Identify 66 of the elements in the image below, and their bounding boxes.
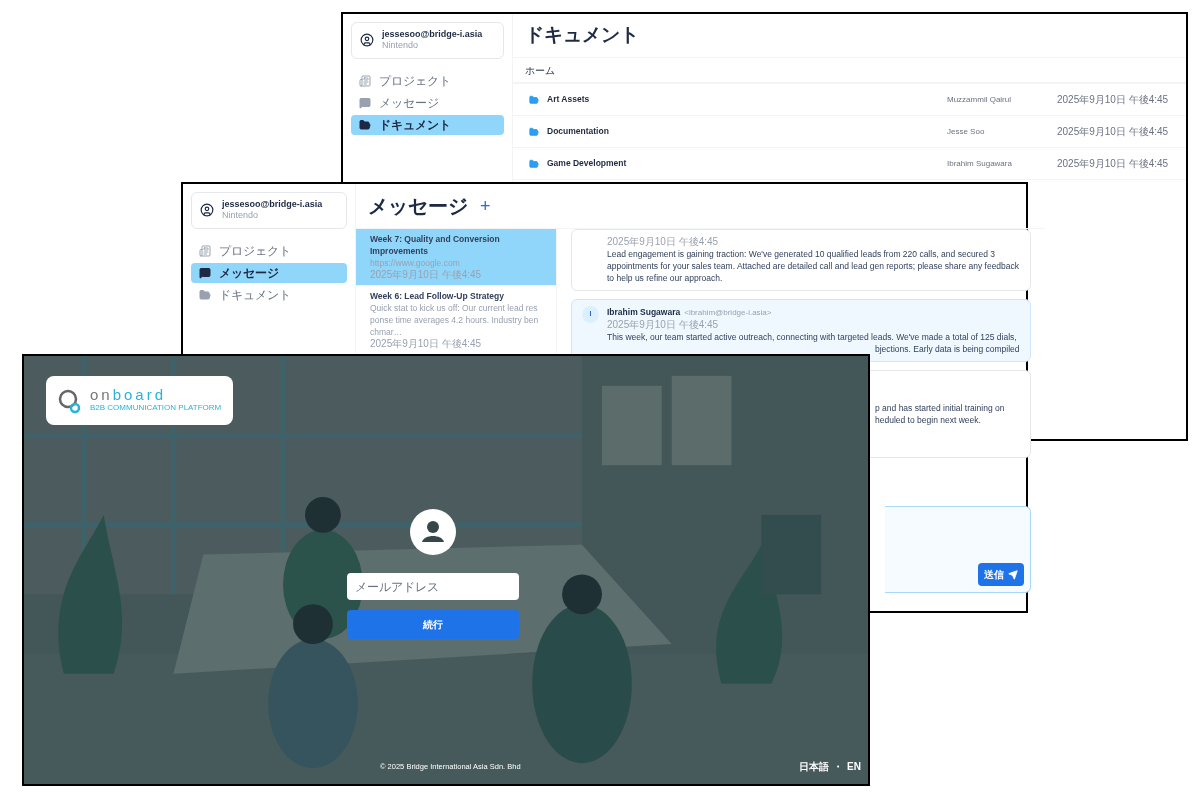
email-field[interactable]: メールアドレス [346, 573, 519, 600]
language-link[interactable]: EN [847, 759, 861, 774]
folder-icon [359, 118, 371, 131]
thread-title: Week 6: Lead Follow-Up Strategy [370, 290, 505, 302]
user-org: Nintendo [382, 40, 420, 52]
folder-icon [529, 158, 539, 169]
thread-item[interactable]: Week 7: Quality and Conversion Improvements https://www.google.com 2025年9月10日 午後4:45 [356, 229, 556, 286]
thread-preview: Quick stat to kick us off: Our current lead response time averages 4.2 hours. Industry benchmar… [370, 302, 540, 338]
folder-icon [529, 94, 539, 105]
folder-row[interactable]: Game Development Ibrahim Sugawara 2025年9月10日 午後4:45 [513, 148, 1186, 180]
user-email: jessesoo@bridge-i.asia [382, 29, 483, 41]
folder-date: 2025年9月10日 午後4:45 [1057, 93, 1169, 107]
folder-owner: Jesse Soo [947, 125, 986, 138]
user-icon [360, 33, 374, 48]
list-icon [359, 74, 371, 87]
message-text: This week, our team started active outreach, connecting with targeted leads. We've made a total of 125 dials, [607, 331, 1018, 343]
nav-item[interactable]: プロジェクト [351, 70, 504, 91]
message-text: Lead engagement is gaining traction: We've generated 10 qualified leads from 220 calls, and secured 3 appointments for your sales team. Attached are detailed call and lead gen reports; please share any feedback to help us refine our approach. [607, 248, 1020, 284]
logo-tagline: B2B COMMUNICATION PLATFORM [90, 402, 222, 414]
chat-icon [359, 96, 371, 109]
folder-icon [199, 288, 211, 301]
folder-owner: Muzzammil Qairul [947, 93, 1012, 106]
page-title: ドキュメント [525, 23, 639, 48]
thread-date: 2025年9月10日 午後4:45 [370, 338, 483, 350]
send-button[interactable]: 送信 [977, 563, 1024, 586]
logo-wordmark: on board [90, 387, 168, 402]
user-email: jessesoo@bridge-i.asia [222, 199, 323, 211]
message-text: p and has started initial training on [875, 402, 1006, 414]
nav-item[interactable]: ドキュメント [351, 114, 504, 135]
nav-item[interactable]: メッセージ [351, 92, 504, 113]
chat-icon [199, 266, 211, 279]
folder-row[interactable]: Art Assets Muzzammil Qairul 2025年9月10日 午後4:45 [513, 84, 1186, 116]
breadcrumb[interactable]: ホーム [525, 62, 555, 78]
message-text: heduled to begin next week. [875, 414, 982, 426]
user-card[interactable]: jessesoo@bridge-i.asia Nintendo [191, 192, 347, 229]
nav-item[interactable]: プロジェクト [191, 240, 347, 261]
user-org: Nintendo [222, 210, 260, 222]
folder-name: Game Development [547, 157, 628, 170]
user-icon [200, 203, 214, 218]
folder-name: Documentation [547, 125, 610, 138]
send-icon [1007, 569, 1018, 580]
thread-date: 2025年9月10日 午後4:45 [370, 269, 483, 281]
thread-title: Week 7: Quality and Conversion Improvements [370, 233, 501, 257]
message-date: 2025年9月10日 午後4:45 [607, 236, 720, 248]
thread-preview: https://www.google.com [370, 257, 461, 269]
nav-item[interactable]: ドキュメント [191, 284, 347, 305]
language-separator: ・ [833, 760, 844, 774]
author-email: <ibrahim@bridge-i.asia> [684, 307, 772, 319]
add-button[interactable]: + [480, 197, 491, 215]
message-date: 2025年9月10日 午後4:45 [607, 319, 720, 331]
author-name: Ibrahim Sugawara [607, 306, 681, 319]
page-title: メッセージ [368, 194, 468, 219]
nav-item[interactable]: メッセージ [191, 262, 347, 283]
list-icon [199, 244, 211, 257]
folder-name: Art Assets [547, 93, 591, 106]
folder-owner: Ibrahim Sugawara [947, 157, 1013, 170]
continue-button[interactable]: 続行 [346, 610, 519, 639]
message-text: bjections. Early data is being compiled [875, 343, 1020, 355]
logo-icon [58, 387, 82, 414]
folder-icon [529, 126, 539, 137]
folder-date: 2025年9月10日 午後4:45 [1057, 157, 1169, 171]
user-card[interactable]: jessesoo@bridge-i.asia Nintendo [351, 22, 504, 59]
language-link[interactable]: 日本語 [799, 759, 830, 774]
reply-field[interactable]: 送信 [884, 506, 1031, 593]
folder-row[interactable]: Documentation Jesse Soo 2025年9月10日 午後4:45 [513, 116, 1186, 148]
folder-date: 2025年9月10日 午後4:45 [1057, 125, 1169, 139]
